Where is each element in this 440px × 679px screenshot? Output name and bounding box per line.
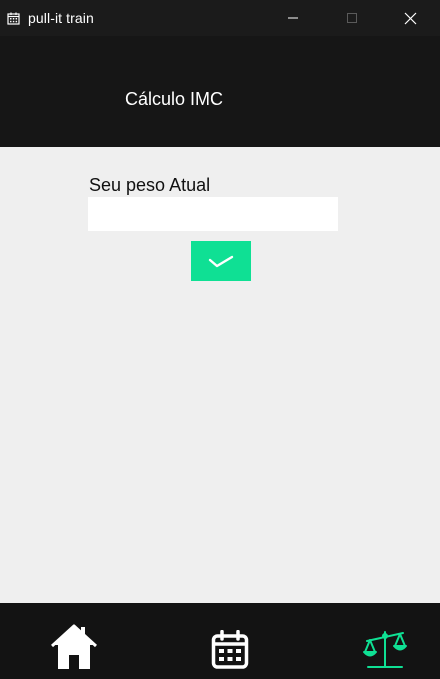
calendar-icon xyxy=(6,11,20,25)
bottom-nav xyxy=(0,603,440,679)
calendar-icon xyxy=(211,630,249,669)
weight-label: Seu peso Atual xyxy=(89,175,211,195)
nav-calendar[interactable] xyxy=(200,603,260,679)
home-icon xyxy=(51,624,97,669)
page-header: Cálculo IMC xyxy=(0,36,440,147)
weight-input[interactable] xyxy=(88,197,338,231)
window-title: pull-it train xyxy=(28,10,94,26)
close-icon xyxy=(404,12,417,24)
close-button[interactable] xyxy=(381,0,440,36)
minimize-icon xyxy=(287,17,298,19)
maximize-icon xyxy=(346,13,357,23)
check-icon xyxy=(208,255,234,268)
title-bar[interactable]: pull-it train xyxy=(0,0,440,36)
main-content: Seu peso Atual xyxy=(0,147,440,603)
window-controls xyxy=(263,0,440,36)
nav-scale[interactable] xyxy=(355,603,415,679)
nav-home[interactable] xyxy=(44,603,104,679)
minimize-button[interactable] xyxy=(263,0,322,36)
confirm-button[interactable] xyxy=(191,241,251,281)
page-title: Cálculo IMC xyxy=(125,89,224,109)
scale-icon xyxy=(363,631,407,668)
app-window: pull-it train Cálculo IMC Seu peso Atual xyxy=(0,0,440,679)
maximize-button[interactable] xyxy=(322,0,381,36)
